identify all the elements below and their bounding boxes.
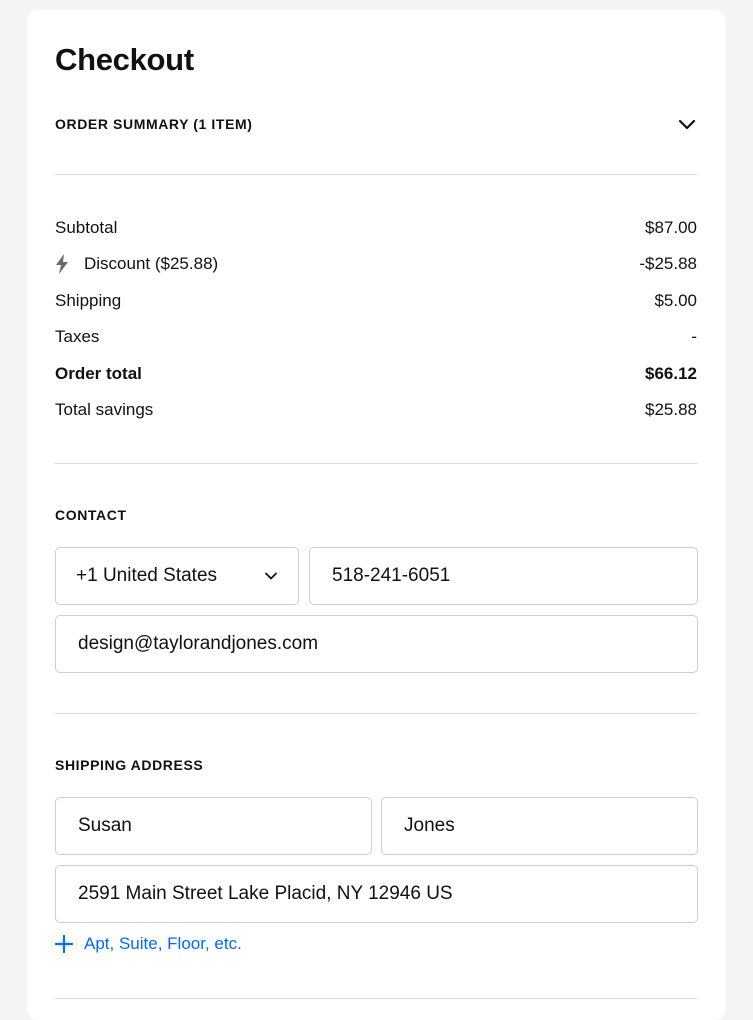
contact-divider bbox=[55, 463, 697, 464]
address-field-wrapper bbox=[55, 865, 698, 923]
shipping-label: Shipping bbox=[55, 291, 122, 310]
email-field[interactable] bbox=[56, 633, 697, 655]
summary-divider bbox=[55, 174, 697, 175]
country-code-select[interactable]: +1 United States bbox=[55, 547, 299, 605]
order-total-row: Order total $66.12 bbox=[55, 362, 697, 386]
taxes-row: Taxes - bbox=[55, 325, 697, 349]
subtotal-row: Subtotal $87.00 bbox=[55, 216, 697, 240]
shipping-row: Shipping $5.00 bbox=[55, 289, 697, 313]
first-name-field-wrapper bbox=[55, 797, 372, 855]
subtotal-value: $87.00 bbox=[645, 218, 697, 237]
discount-value: -$25.88 bbox=[639, 254, 697, 273]
subtotal-label: Subtotal bbox=[55, 218, 118, 237]
first-name-field[interactable] bbox=[56, 815, 371, 837]
email-field-wrapper bbox=[55, 615, 698, 673]
total-savings-row: Total savings $25.88 bbox=[55, 398, 697, 422]
shipping-address-label: SHIPPING ADDRESS bbox=[55, 757, 204, 773]
discount-label: Discount ($25.88) bbox=[84, 254, 219, 273]
total-savings-value: $25.88 bbox=[645, 400, 697, 419]
taxes-value: - bbox=[691, 327, 697, 346]
last-name-field[interactable] bbox=[382, 815, 697, 837]
add-apt-suite-link[interactable]: Apt, Suite, Floor, etc. bbox=[55, 934, 242, 954]
country-code-value: +1 United States bbox=[76, 565, 218, 586]
contact-section-label: CONTACT bbox=[55, 507, 127, 523]
page-title: Checkout bbox=[55, 42, 194, 77]
plus-icon bbox=[55, 935, 84, 953]
phone-field-wrapper bbox=[309, 547, 698, 605]
add-apt-suite-label: Apt, Suite, Floor, etc. bbox=[84, 934, 242, 953]
address-field[interactable] bbox=[56, 883, 697, 905]
total-savings-label: Total savings bbox=[55, 400, 154, 419]
chevron-down-icon bbox=[264, 569, 278, 583]
chevron-down-icon[interactable] bbox=[677, 114, 697, 134]
last-name-field-wrapper bbox=[381, 797, 698, 855]
checkout-card: Checkout ORDER SUMMARY (1 ITEM) Subtotal… bbox=[27, 10, 726, 1020]
order-total-label: Order total bbox=[55, 364, 142, 383]
shipping-divider bbox=[55, 713, 697, 714]
taxes-label: Taxes bbox=[55, 327, 100, 346]
order-summary-toggle[interactable]: ORDER SUMMARY (1 ITEM) bbox=[55, 110, 697, 138]
shipping-value: $5.00 bbox=[654, 291, 697, 310]
lightning-bolt-icon bbox=[55, 254, 84, 274]
order-total-value: $66.12 bbox=[645, 364, 697, 383]
discount-row: Discount ($25.88) -$25.88 bbox=[55, 252, 697, 276]
phone-field[interactable] bbox=[310, 565, 697, 587]
order-summary-label: ORDER SUMMARY (1 ITEM) bbox=[55, 116, 253, 132]
